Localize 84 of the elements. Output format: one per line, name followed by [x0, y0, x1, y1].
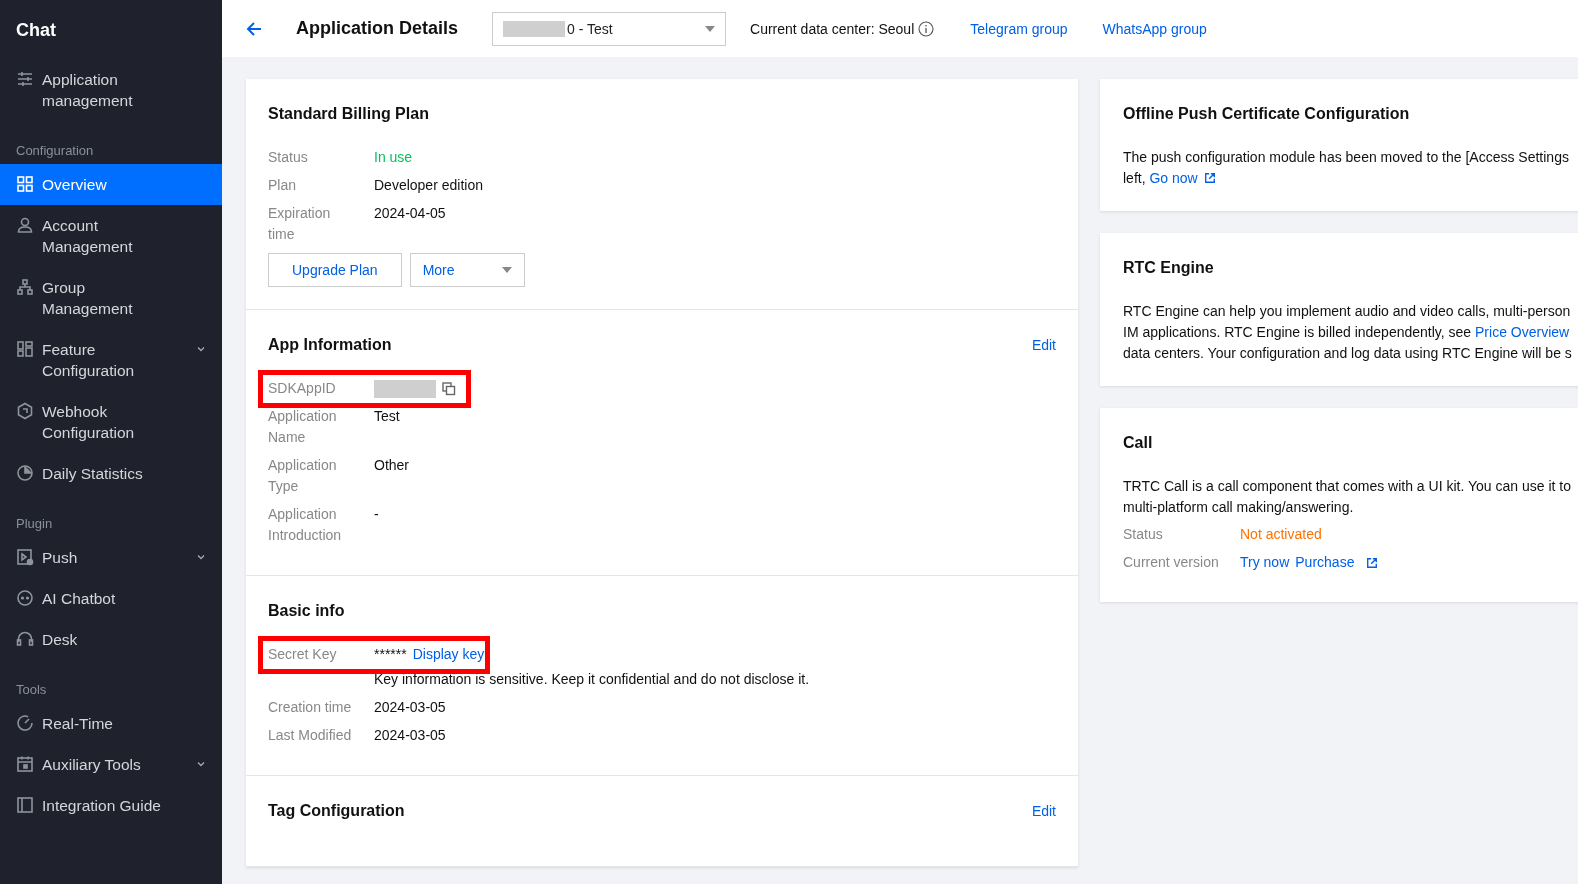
field-value: 2024-03-05	[374, 698, 446, 717]
text-link[interactable]: Go now	[1149, 170, 1198, 186]
hexagon-icon	[16, 402, 34, 420]
calendar-icon	[16, 755, 34, 773]
display-key-link[interactable]: Display key	[412, 644, 485, 665]
sidebar-item[interactable]: Desk	[0, 619, 222, 660]
field-label: Secret Key	[268, 645, 338, 664]
pie-chart-icon	[16, 464, 34, 482]
book-icon	[16, 796, 34, 814]
robot-icon	[16, 589, 34, 607]
field-value: 2024-04-05	[374, 204, 446, 223]
field-label: Application Type	[268, 456, 338, 496]
card-title: Call	[1123, 434, 1154, 452]
caret-icon	[705, 25, 716, 32]
field-label: Creation time	[268, 698, 353, 717]
sidebar-item[interactable]: AI Chatbot	[0, 578, 222, 619]
sidebar-item[interactable]: Webhook Configuration	[0, 391, 222, 453]
field-label: Status	[268, 148, 309, 167]
section-heading: Tools	[15, 681, 48, 699]
gauge-icon	[16, 714, 34, 732]
section-title: Standard Billing Plan	[268, 105, 429, 123]
field-label: Expiration time	[268, 204, 332, 244]
grid-icon	[16, 175, 34, 193]
sidebar-item[interactable]: Real-Time	[0, 703, 222, 744]
external-link-icon[interactable]	[1366, 556, 1379, 569]
layout-icon	[16, 340, 34, 358]
sliders-icon	[16, 70, 34, 88]
warning-note: Key information is sensitive. Keep it confidential and do not disclose it.	[374, 670, 810, 689]
field-label: Status	[1123, 525, 1164, 544]
sidebar-item[interactable]: Account Management	[0, 205, 222, 267]
upgrade-button[interactable]: Upgrade Plan	[268, 253, 402, 287]
sidebar-item[interactable]: Integration Guide	[0, 785, 222, 826]
copy-icon[interactable]	[442, 381, 456, 396]
header-link[interactable]: WhatsApp group	[1102, 20, 1207, 37]
more-dropdown[interactable]: More	[409, 253, 525, 287]
data-center-label: Current data center: Seoul	[750, 20, 915, 37]
page-title: Application Details	[296, 18, 459, 39]
field-value: Developer edition	[374, 176, 483, 195]
masked-key: ******	[374, 644, 407, 665]
field-label: Plan	[268, 176, 298, 195]
external-link-icon[interactable]	[1203, 172, 1216, 184]
sidebar-item[interactable]: Auxiliary Tools	[0, 744, 222, 785]
text-link[interactable]: Price Overview	[1475, 324, 1570, 340]
field-value: -	[374, 505, 379, 524]
info-icon[interactable]	[918, 20, 935, 37]
field-value: Not activated	[1240, 525, 1322, 544]
card-title: Offline Push Certificate Configuration	[1123, 105, 1411, 123]
field-value: Test	[374, 407, 400, 426]
section-title: Tag Configuration	[268, 802, 405, 820]
field-label: Last Modified	[268, 726, 353, 745]
field-value: In use	[374, 148, 413, 167]
sidebar-item[interactable]: Group Management	[0, 267, 222, 329]
sidebar-item[interactable]: Overview	[0, 164, 222, 205]
sidebar-item[interactable]: Feature Configuration	[0, 329, 222, 391]
text-link[interactable]: Try now	[1240, 552, 1290, 573]
headset-icon	[16, 630, 34, 648]
card-description: RTC Engine can help you implement audio and video calls, multi-person IM applications. RTC Engine is billed independently, see Price Overview data centers. Your configuration and log data using RTC Engine will be s	[1123, 302, 1573, 363]
field-label: SDKAppID	[268, 379, 337, 398]
field-value: Other	[374, 456, 409, 475]
app-title: Chat	[15, 19, 57, 42]
user-icon	[16, 216, 34, 234]
text-link[interactable]: Purchase	[1295, 552, 1355, 573]
hierarchy-icon	[16, 278, 34, 296]
edit-link[interactable]: Edit	[1031, 337, 1056, 353]
sidebar-item[interactable]: Daily Statistics	[0, 453, 222, 494]
field-label: Application Introduction	[268, 505, 343, 545]
screen-icon	[16, 548, 34, 566]
sidebar-item[interactable]: Application management	[0, 59, 222, 121]
sidebar-item[interactable]: Push	[0, 537, 222, 578]
redaction-block	[374, 379, 436, 398]
edit-link[interactable]: Edit	[1031, 803, 1056, 819]
card-title: RTC Engine	[1123, 259, 1215, 277]
app-select[interactable]: 0 - Test	[492, 11, 727, 46]
field-value: 2024-03-05	[374, 726, 446, 745]
card-description: TRTC Call is a call component that comes with a UI kit. You can use it to multi-platform call making/answering.	[1123, 477, 1572, 517]
header-link[interactable]: Telegram group	[970, 20, 1068, 37]
caret-icon	[501, 267, 512, 273]
field-label: Current version	[1123, 553, 1220, 572]
section-heading: Configuration	[15, 142, 95, 160]
field-label: Application Name	[268, 407, 338, 447]
section-heading: Plugin	[15, 515, 54, 533]
card-description: The push configuration module has been moved to the [Access Settings left, Go now	[1123, 148, 1570, 188]
section-title: App Information	[268, 336, 392, 354]
section-title: Basic info	[268, 602, 345, 620]
